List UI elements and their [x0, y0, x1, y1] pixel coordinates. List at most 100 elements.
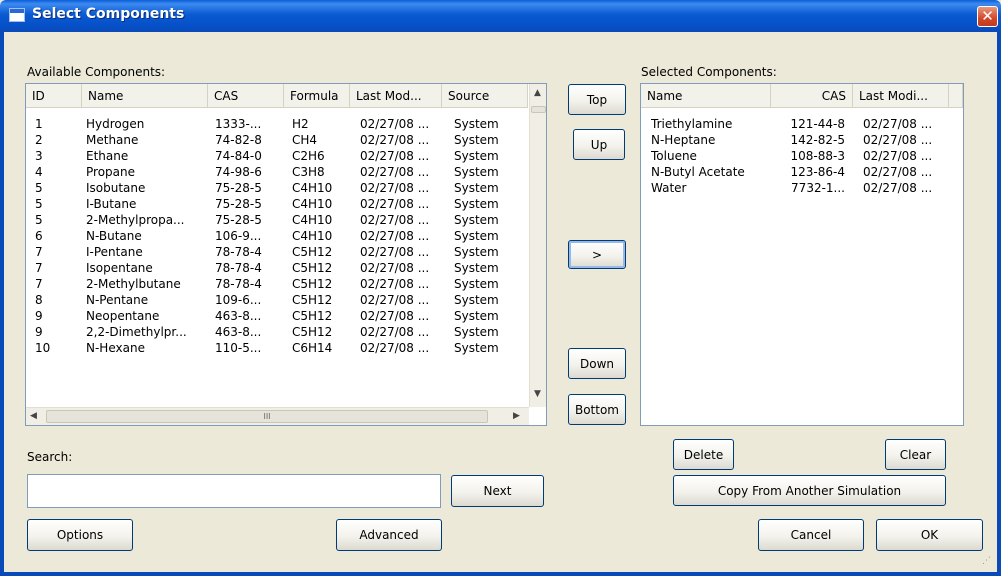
ok-button[interactable]: OK	[876, 519, 983, 551]
selected-column-header[interactable]: Name	[641, 84, 771, 108]
copy-from-another-simulation-button[interactable]: Copy From Another Simulation	[673, 475, 946, 506]
title-bar: Select Components ✕	[0, 0, 1001, 32]
table-cell: 7	[35, 245, 43, 259]
table-cell: I-Butane	[86, 197, 137, 211]
table-row[interactable]: 8 N-Pentane 109-6... C5H12 02/27/08 ... Syste…	[26, 292, 546, 308]
table-cell: 463-8...	[215, 325, 262, 339]
table-row[interactable]: Toluene 108-88-3 02/27/08 ...	[641, 148, 963, 164]
table-cell: 7	[35, 261, 43, 275]
table-cell: C4H10	[292, 229, 333, 243]
bottom-button[interactable]: Bottom	[568, 394, 626, 425]
table-row[interactable]: 3 Ethane 74-84-0 C2H6 02/27/08 ... System	[26, 148, 546, 164]
vertical-scroll-thumb[interactable]	[531, 106, 546, 113]
table-cell: 6	[35, 229, 43, 243]
table-cell: 02/27/08 ...	[360, 261, 430, 275]
table-cell: 1333-...	[215, 117, 262, 131]
available-column-header[interactable]: Last Mod...	[350, 84, 442, 108]
add-component-button[interactable]: >	[568, 240, 626, 269]
scroll-down-arrow-icon[interactable]: ▼	[534, 389, 541, 399]
table-cell: 02/27/08 ...	[360, 293, 430, 307]
table-cell: 9	[35, 325, 43, 339]
table-cell: 02/27/08 ...	[360, 149, 430, 163]
available-vertical-scrollbar[interactable]: ▲ ▼	[529, 84, 546, 407]
search-input[interactable]	[27, 474, 441, 508]
delete-button[interactable]: Delete	[673, 439, 734, 470]
table-row[interactable]: 7 I-Pentane 78-78-4 C5H12 02/27/08 ... System	[26, 244, 546, 260]
table-row[interactable]: N-Heptane 142-82-5 02/27/08 ...	[641, 132, 963, 148]
table-row[interactable]: 9 Neopentane 463-8... C5H12 02/27/08 ... Syst…	[26, 308, 546, 324]
advanced-button[interactable]: Advanced	[336, 519, 442, 551]
available-horizontal-scrollbar[interactable]: ◀ III ▶	[26, 407, 529, 425]
table-cell: 106-9...	[215, 229, 262, 243]
table-row[interactable]: 6 N-Butane 106-9... C4H10 02/27/08 ... System	[26, 228, 546, 244]
table-cell: 02/27/08 ...	[360, 341, 430, 355]
table-cell: C4H10	[292, 213, 333, 227]
table-cell: 78-78-4	[215, 261, 262, 275]
table-row[interactable]: N-Butyl Acetate 123-86-4 02/27/08 ...	[641, 164, 963, 180]
table-cell: 109-6...	[215, 293, 262, 307]
table-cell: I-Pentane	[86, 245, 143, 259]
table-cell: 2-Methylbutane	[86, 277, 181, 291]
table-cell: 02/27/08 ...	[360, 197, 430, 211]
close-button[interactable]: ✕	[977, 6, 998, 27]
table-cell: 7	[35, 277, 43, 291]
table-cell: 02/27/08 ...	[863, 149, 933, 163]
available-components-list[interactable]: ID Name CAS Formula Last Mod... Source 1 Hydro…	[25, 83, 547, 426]
up-button[interactable]: Up	[573, 129, 625, 160]
clear-button[interactable]: Clear	[885, 439, 946, 470]
down-button[interactable]: Down	[568, 348, 626, 379]
table-row[interactable]: 1 Hydrogen 1333-... H2 02/27/08 ... System	[26, 116, 546, 132]
table-cell: System	[454, 229, 499, 243]
resize-grip-icon[interactable]: ⋰	[982, 556, 991, 566]
horizontal-scroll-thumb[interactable]: III	[46, 410, 488, 423]
scroll-right-arrow-icon[interactable]: ▶	[513, 411, 520, 421]
selected-column-header[interactable]: CAS	[771, 84, 853, 108]
table-cell: C4H10	[292, 181, 333, 195]
table-cell: 142-82-5	[790, 133, 845, 147]
selected-components-label: Selected Components:	[641, 65, 777, 79]
table-row[interactable]: 10 N-Hexane 110-5... C6H14 02/27/08 ... Syste…	[26, 340, 546, 356]
table-cell: Toluene	[651, 149, 697, 163]
table-cell: 75-28-5	[215, 197, 262, 211]
table-cell: 10	[35, 341, 51, 355]
table-row[interactable]: 9 2,2-Dimethylpr... 463-8... C5H12 02/27/08 …	[26, 324, 546, 340]
table-cell: CH4	[292, 133, 318, 147]
table-cell: 121-44-8	[790, 117, 845, 131]
table-cell: 5	[35, 213, 43, 227]
table-row[interactable]: 4 Propane 74-98-6 C3H8 02/27/08 ... System	[26, 164, 546, 180]
table-cell: 02/27/08 ...	[863, 165, 933, 179]
table-row[interactable]: 5 2-Methylpropa... 75-28-5 C4H10 02/27/08 ..…	[26, 212, 546, 228]
window-icon	[9, 8, 25, 22]
table-row[interactable]: Triethylamine 121-44-8 02/27/08 ...	[641, 116, 963, 132]
next-button[interactable]: Next	[451, 475, 544, 507]
table-row[interactable]: 7 Isopentane 78-78-4 C5H12 02/27/08 ... Syste…	[26, 260, 546, 276]
available-column-header[interactable]: Source	[442, 84, 528, 108]
search-label: Search:	[27, 450, 73, 464]
table-cell: N-Pentane	[86, 293, 149, 307]
selected-column-header[interactable]: Last Modi...	[853, 84, 949, 108]
table-cell: C4H10	[292, 197, 333, 211]
available-column-header[interactable]: Formula	[284, 84, 350, 108]
selected-components-list[interactable]: Name CAS Last Modi... Triethylamine 121-44-…	[640, 83, 964, 426]
table-row[interactable]: 5 Isobutane 75-28-5 C4H10 02/27/08 ... System	[26, 180, 546, 196]
table-row[interactable]: 5 I-Butane 75-28-5 C4H10 02/27/08 ... System	[26, 196, 546, 212]
available-column-header[interactable]: ID	[26, 84, 82, 108]
table-row[interactable]: 2 Methane 74-82-8 CH4 02/27/08 ... System	[26, 132, 546, 148]
scroll-up-arrow-icon[interactable]: ▲	[534, 88, 541, 98]
available-column-header[interactable]: Name	[82, 84, 208, 108]
table-cell: System	[454, 261, 499, 275]
available-column-header[interactable]: CAS	[208, 84, 284, 108]
scroll-left-arrow-icon[interactable]: ◀	[30, 411, 37, 421]
table-row[interactable]: 7 2-Methylbutane 78-78-4 C5H12 02/27/08 ... S…	[26, 276, 546, 292]
cancel-button[interactable]: Cancel	[758, 519, 864, 551]
top-button[interactable]: Top	[568, 84, 626, 115]
window-frame-right	[997, 32, 1001, 576]
window-title: Select Components	[32, 6, 185, 22]
table-cell: 1	[35, 117, 43, 131]
table-row[interactable]: Water 7732-1... 02/27/08 ...	[641, 180, 963, 196]
table-cell: 74-84-0	[215, 149, 262, 163]
selected-column-header[interactable]	[949, 84, 963, 108]
table-cell: 5	[35, 197, 43, 211]
table-cell: Isobutane	[86, 181, 146, 195]
options-button[interactable]: Options	[27, 519, 133, 551]
